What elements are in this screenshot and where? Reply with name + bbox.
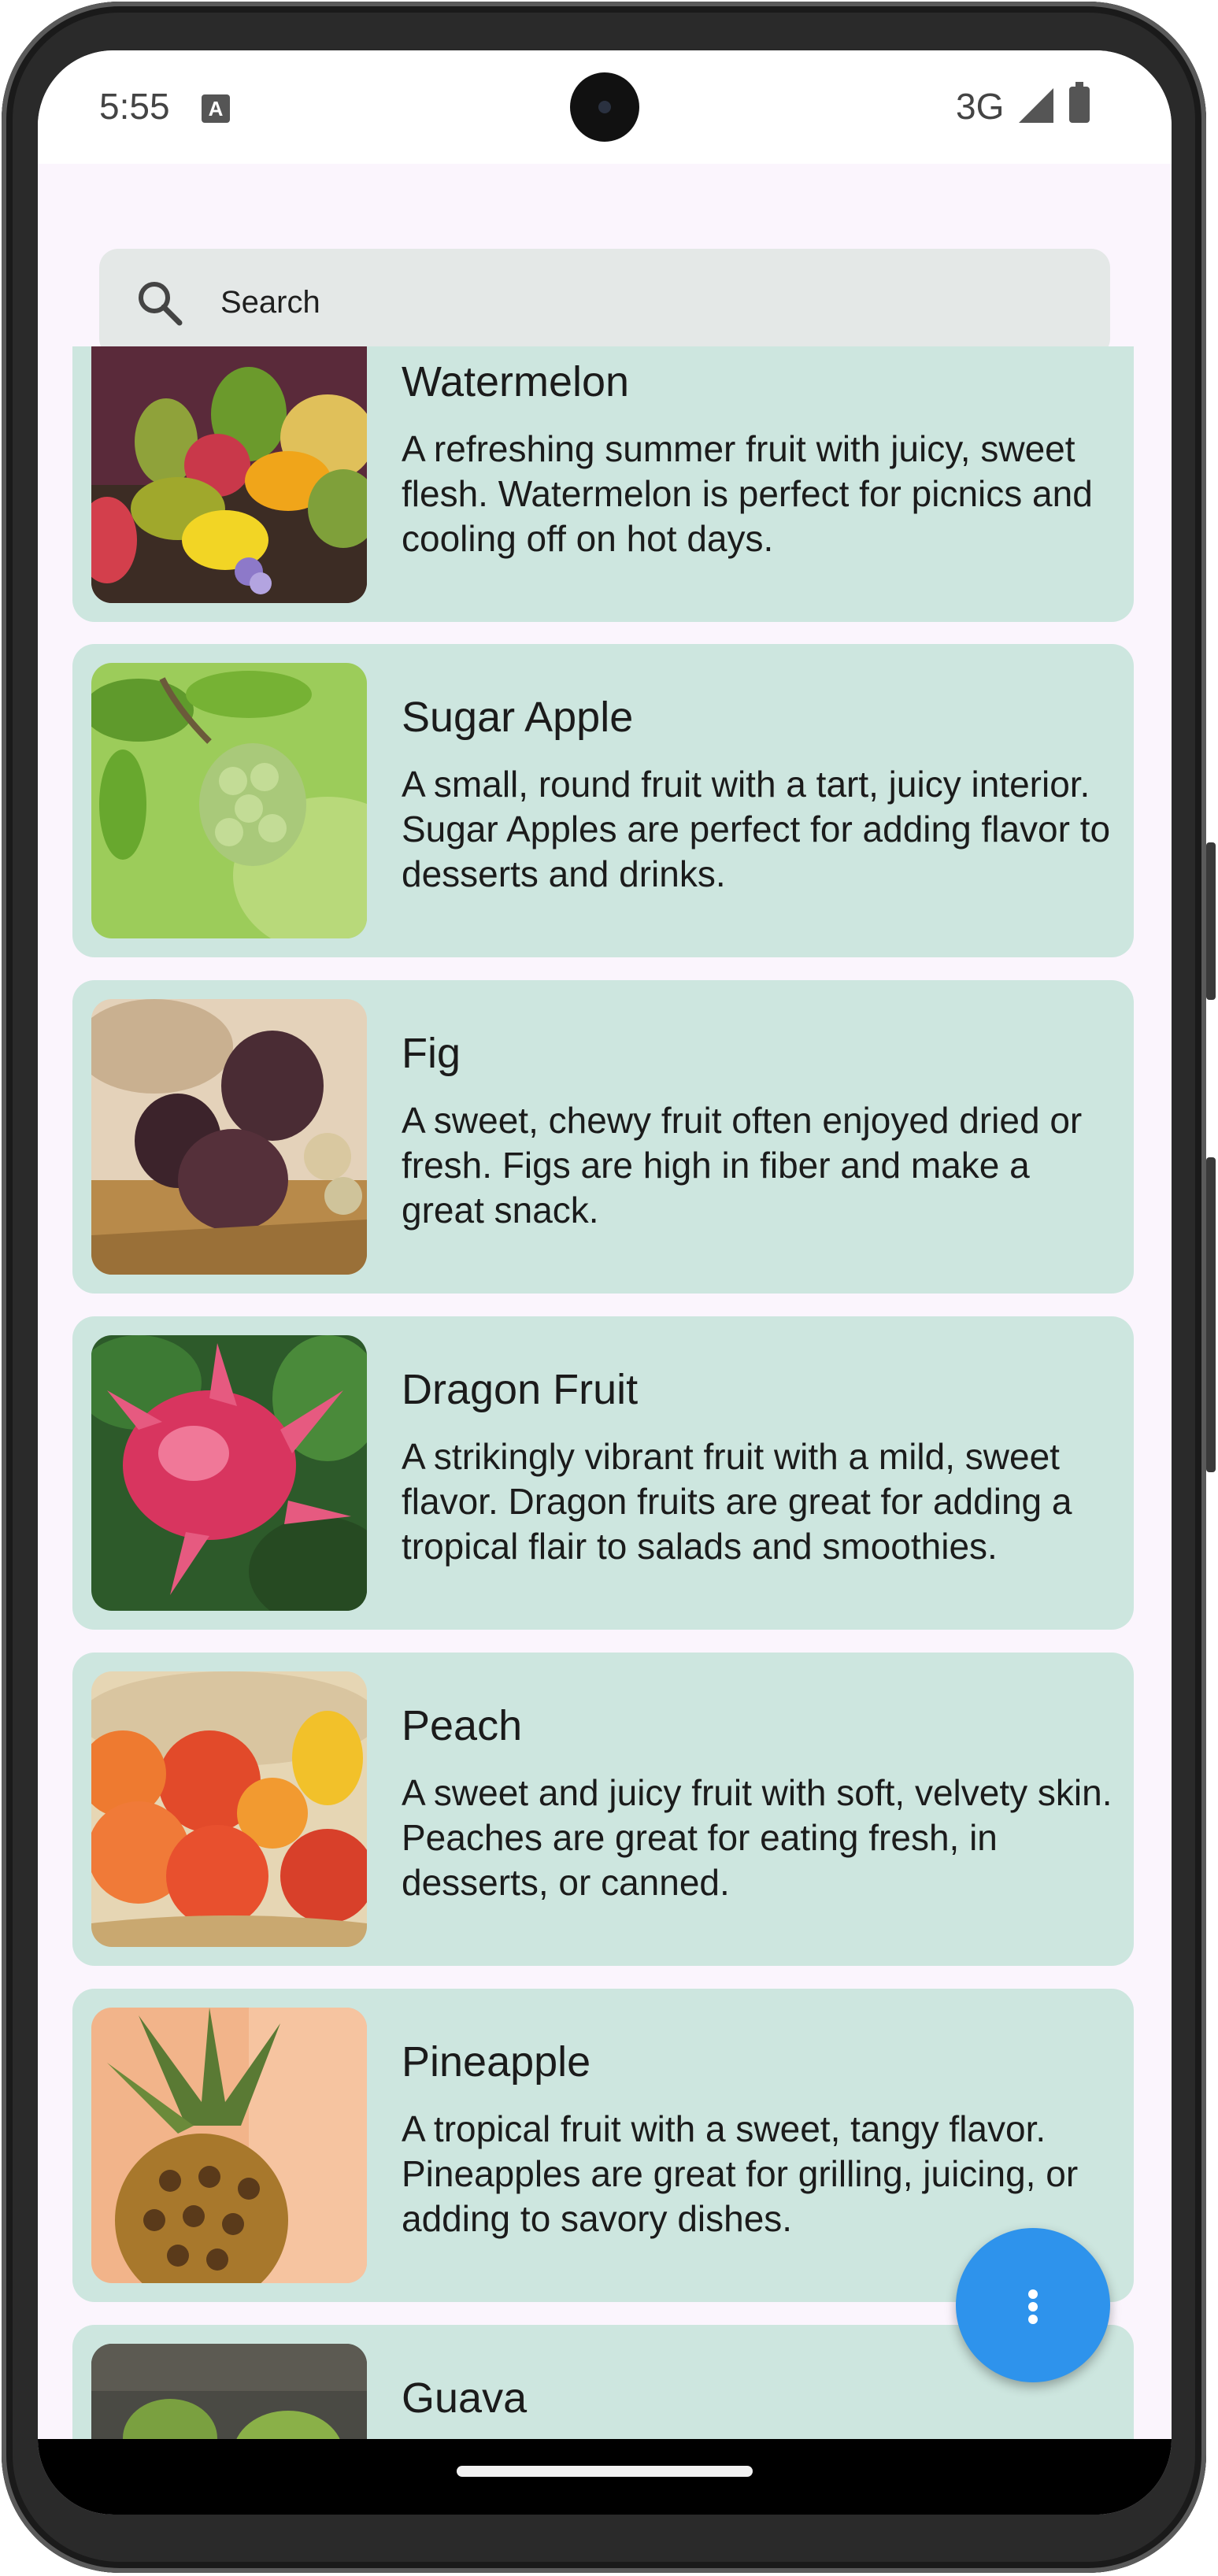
fruit-description: A strikingly vibrant fruit with a mild, … — [402, 1436, 1072, 1567]
fruit-card-fig[interactable]: Fig A sweet, chewy fruit often enjoyed d… — [72, 980, 1134, 1294]
search-bar[interactable]: Search — [99, 249, 1110, 357]
fruit-name: Pineapple — [402, 2038, 591, 2086]
navigation-bar — [38, 2439, 1172, 2515]
search-placeholder: Search — [220, 285, 320, 320]
power-button — [1206, 842, 1216, 1000]
fruit-list[interactable]: Watermelon A refreshing summer fruit wit… — [38, 346, 1172, 2445]
fruit-image-dragon-fruit — [91, 1335, 367, 1611]
status-bar: 5:55 A 3G — [38, 50, 1172, 164]
volume-button — [1206, 1157, 1216, 1472]
fruit-image-peach — [91, 1671, 367, 1947]
fruit-description: A sweet and juicy fruit with soft, velve… — [402, 1772, 1112, 1903]
fruit-name: Dragon Fruit — [402, 1366, 639, 1413]
fruit-description: A small, round fruit with a tart, juicy … — [402, 764, 1111, 894]
fruit-name: Watermelon — [402, 358, 630, 405]
battery-icon — [1069, 82, 1090, 123]
fruit-image-guava — [91, 2344, 367, 2445]
network-type: 3G — [956, 86, 1005, 127]
front-camera — [570, 72, 639, 142]
fruit-description: A refreshing summer fruit with juicy, sw… — [402, 428, 1093, 559]
fruit-description: A tropical fruit with a sweet, tangy fla… — [402, 2108, 1079, 2239]
fruit-card-watermelon[interactable]: Watermelon A refreshing summer fruit wit… — [72, 346, 1134, 622]
keyboard-a-icon: A — [202, 94, 230, 123]
fruit-name: Sugar Apple — [402, 694, 634, 741]
home-gesture-handle[interactable] — [457, 2466, 753, 2477]
fruit-name: Peach — [402, 1702, 523, 1749]
status-time: 5:55 — [99, 86, 170, 127]
fruit-image-sugar-apple — [91, 663, 367, 938]
fruit-card-sugar-apple[interactable]: Sugar Apple A small, round fruit with a … — [72, 644, 1134, 957]
fruit-card-peach[interactable]: Peach A sweet and juicy fruit with soft,… — [72, 1653, 1134, 1966]
fruit-description: A sweet, chewy fruit often enjoyed dried… — [402, 1100, 1083, 1231]
signal-icon — [1019, 88, 1053, 123]
top-app-bar: Search — [38, 164, 1172, 361]
fruit-image-pineapple — [91, 2008, 367, 2283]
fruit-card-dragon-fruit[interactable]: Dragon Fruit A strikingly vibrant fruit … — [72, 1316, 1134, 1630]
fruit-name: Fig — [402, 1030, 461, 1077]
more-options-fab[interactable] — [956, 2228, 1110, 2382]
fruit-image-fig — [91, 999, 367, 1275]
screen: 5:55 A 3G Search Watermelon A refreshing… — [38, 50, 1172, 2515]
fruit-name: Guava — [402, 2374, 528, 2422]
fruit-image-watermelon — [91, 346, 367, 603]
search-icon — [139, 282, 183, 326]
